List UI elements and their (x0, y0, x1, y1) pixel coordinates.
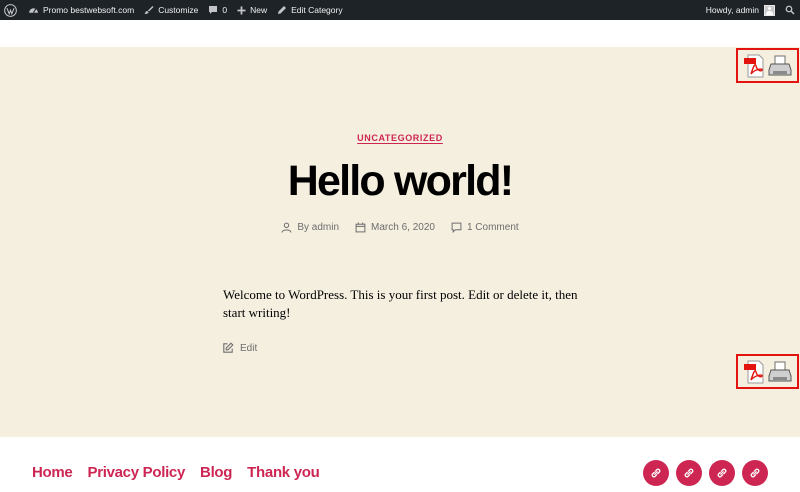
footer-link-blog[interactable]: Blog (200, 464, 232, 481)
social-link-3[interactable] (709, 460, 735, 486)
wordpress-icon (4, 3, 17, 17)
print-icon[interactable] (768, 55, 792, 77)
social-link-4[interactable] (742, 460, 768, 486)
edit-icon (223, 342, 234, 353)
edit-category-label: Edit Category (291, 5, 343, 15)
link-icon (717, 468, 727, 478)
pdf-print-buttons-bottom (736, 354, 799, 389)
calendar-icon (355, 222, 366, 233)
footer-link-home[interactable]: Home (32, 464, 73, 481)
howdy-label: Howdy, admin (705, 5, 759, 15)
post-author[interactable]: By admin (281, 222, 339, 233)
user-icon (281, 222, 292, 233)
link-icon (651, 468, 661, 478)
pdf-icon[interactable] (743, 54, 765, 78)
social-menu (643, 460, 768, 486)
social-link-2[interactable] (676, 460, 702, 486)
comments-link[interactable]: 0 (203, 0, 232, 20)
link-icon (750, 468, 760, 478)
post-meta: By admin March 6, 2020 1 Comment (0, 222, 800, 233)
comments-label: 1 Comment (466, 222, 519, 233)
edit-post-link[interactable]: Edit (222, 342, 257, 354)
avatar (764, 4, 775, 16)
comment-bubble-icon (209, 6, 218, 14)
my-account-link[interactable]: Howdy, admin (701, 0, 780, 20)
comments-count: 0 (222, 5, 228, 15)
post-comments[interactable]: 1 Comment (451, 222, 519, 233)
search-button[interactable] (780, 0, 800, 20)
new-content-link[interactable]: New (232, 0, 272, 20)
post-body: Welcome to WordPress. This is your first… (223, 287, 578, 320)
footer-link-thank-you[interactable]: Thank you (247, 464, 320, 481)
print-icon[interactable] (768, 361, 792, 383)
footer-menu: Home Privacy Policy Blog Thank you (32, 464, 320, 481)
author-label: By admin (297, 222, 340, 233)
dashboard-icon (29, 7, 38, 13)
edit-category-link[interactable]: Edit Category (272, 0, 348, 20)
category-link[interactable]: UNCATEGORIZED (357, 133, 443, 143)
site-name-label: Promo bestwebsoft.com (43, 5, 135, 15)
link-icon (684, 468, 694, 478)
search-icon (785, 5, 795, 15)
date-label: March 6, 2020 (371, 222, 435, 233)
site-name-link[interactable]: Promo bestwebsoft.com (23, 0, 139, 20)
new-label: New (250, 5, 268, 15)
pencil-icon (278, 6, 287, 14)
post-title: Hello world! (287, 157, 514, 205)
wordpress-logo-button[interactable] (0, 0, 23, 20)
admin-bar: Promo bestwebsoft.com Customize 0 New Ed… (0, 0, 800, 20)
edit-label: Edit (240, 342, 258, 354)
social-link-1[interactable] (643, 460, 669, 486)
post-content-area: UNCATEGORIZED Hello world! By admin Marc… (0, 47, 800, 437)
brush-icon (144, 6, 154, 14)
comment-icon (451, 222, 462, 233)
pdf-icon[interactable] (743, 360, 765, 384)
post-category: UNCATEGORIZED (0, 128, 800, 146)
post-date[interactable]: March 6, 2020 (355, 222, 435, 233)
plus-icon (237, 5, 246, 15)
customize-label: Customize (158, 5, 199, 15)
footer-link-privacy-policy[interactable]: Privacy Policy (87, 464, 185, 481)
pdf-print-buttons-top (736, 48, 799, 83)
customize-link[interactable]: Customize (139, 0, 203, 20)
